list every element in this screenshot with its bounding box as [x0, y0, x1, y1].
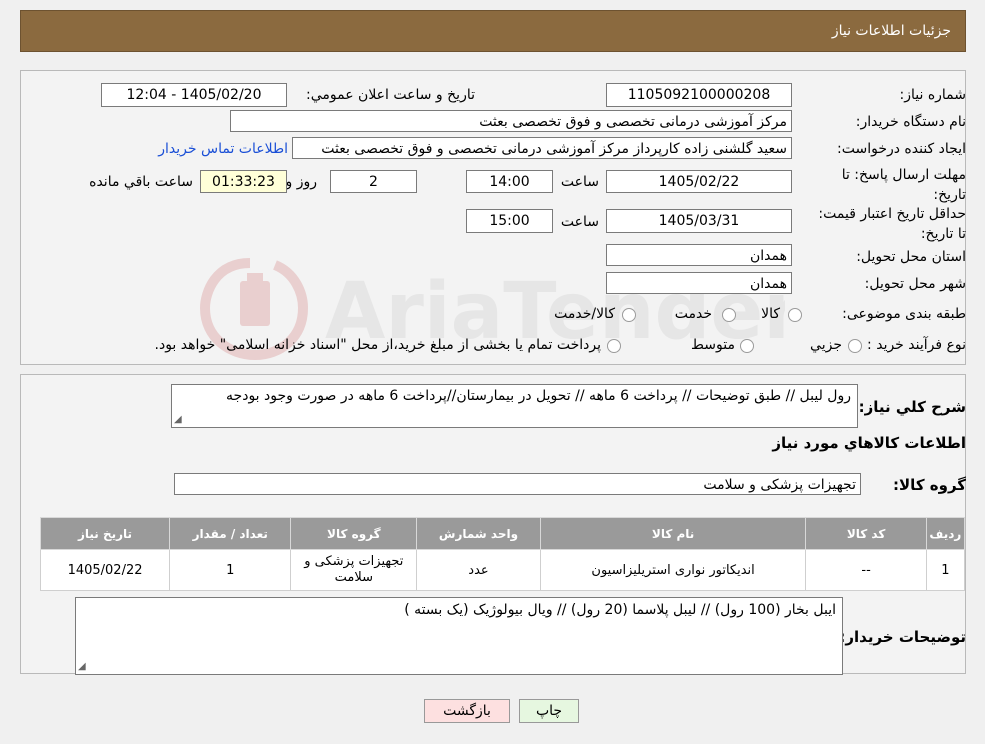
province-label: استان محل تحویل: [856, 249, 966, 265]
validity-date-field[interactable]: 1405/03/31 [606, 209, 792, 233]
col-row-number: رديف [925, 517, 966, 550]
cell-item-name: اندیکاتور نواری استریلیزاسیون [539, 549, 807, 591]
deadline-date-field[interactable]: 1405/02/22 [606, 170, 792, 193]
announce-field[interactable]: 1405/02/20 - 12:04 [101, 83, 287, 107]
city-field[interactable]: همدان [606, 272, 792, 294]
description-label: شرح کلي نیاز: [858, 398, 966, 416]
province-field[interactable]: همدان [606, 244, 792, 266]
goods-info-title: اطلاعات کالاهاي مورد نياز [772, 434, 966, 452]
buyer-notes-label: توضیحات خریدار: [839, 628, 966, 646]
cell-row-number: 1 [925, 549, 966, 591]
category-option-service: خدمت [674, 306, 712, 322]
validity-label: حداقل تاریخ اعتبار قیمت: تا تاریخ: [818, 206, 966, 242]
creator-field[interactable]: سعید گلشنی زاده کارپرداز مرکز آموزشی درم… [292, 137, 792, 159]
buyer-org-field[interactable]: مرکز آموزشی درمانی تخصصی و فوق تخصصی بعث… [230, 110, 792, 132]
cell-item-group: تجهیزات پزشکی و سلامت [290, 549, 418, 591]
process-treasury-note: پرداخت تمام یا بخشی از مبلغ خرید،از محل … [154, 337, 601, 353]
category-option-goods-service: کالا/خدمت [554, 306, 615, 322]
deadline-time-field[interactable]: 14:00 [466, 170, 553, 193]
back-button[interactable]: بازگشت [424, 699, 510, 723]
days-label: روز و [285, 174, 318, 190]
col-item-code: کد کالا [805, 517, 927, 550]
deadline-time-label: ساعت [560, 174, 599, 190]
col-quantity: تعداد / مقدار [169, 517, 292, 550]
remaining-days-field[interactable]: 2 [330, 170, 417, 193]
process-radio-minor[interactable] [848, 339, 862, 353]
resize-grip-icon[interactable]: ◢ [174, 414, 182, 425]
buyer-contact-link[interactable]: اطلاعات تماس خریدار [158, 141, 288, 157]
validity-time-field[interactable]: 15:00 [466, 209, 553, 233]
goods-group-field[interactable]: تجهیزات پزشکی و سلامت [174, 473, 861, 495]
col-unit: واحد شمارش [416, 517, 541, 550]
category-label: طبقه بندی موضوعی: [842, 306, 966, 322]
deadline-label: مهلت ارسال پاسخ: تا تاریخ: [841, 167, 966, 203]
description-textarea[interactable]: رول لیبل // طبق توضیحات // پرداخت 6 ماهه… [171, 384, 858, 428]
resize-grip-icon[interactable]: ◢ [78, 661, 86, 672]
buyer-notes-textarea[interactable]: ایبل بخار (100 رول) // لیبل پلاسما (20 ر… [75, 597, 843, 675]
col-item-name: نام کالا [539, 517, 807, 550]
buyer-notes-text: ایبل بخار (100 رول) // لیبل پلاسما (20 ر… [404, 602, 836, 618]
category-radio-goods-service[interactable] [622, 308, 636, 322]
table-row: 1 -- اندیکاتور نواری استریلیزاسیون عدد ت… [39, 549, 966, 591]
category-radio-goods[interactable] [788, 308, 802, 322]
process-option-medium: متوسط [691, 337, 735, 353]
buyer-org-label: نام دستگاه خریدار: [855, 114, 966, 130]
cell-unit: عدد [416, 549, 541, 591]
cell-quantity: 1 [169, 549, 292, 591]
category-option-goods: کالا [761, 306, 780, 322]
process-option-minor: جزیي [810, 337, 842, 353]
cell-item-code: -- [805, 549, 927, 591]
description-text: رول لیبل // طبق توضیحات // پرداخت 6 ماهه… [226, 388, 851, 404]
cell-need-date: 1405/02/22 [39, 549, 171, 591]
col-need-date: تاريخ نياز [39, 517, 171, 550]
page-header: جزئیات اطلاعات نیاز [20, 10, 966, 52]
print-button[interactable]: چاپ [519, 699, 579, 723]
creator-label: ایجاد کننده درخواست: [837, 141, 966, 157]
need-number-field[interactable]: 1105092100000208 [606, 83, 792, 107]
col-item-group: گروه کالا [290, 517, 418, 550]
process-radio-medium[interactable] [740, 339, 754, 353]
validity-time-label: ساعت [560, 214, 599, 230]
process-label: نوع فرآیند خرید : [867, 337, 966, 353]
process-radio-treasury[interactable] [607, 339, 621, 353]
announce-label: تاریخ و ساعت اعلان عمومي: [306, 87, 475, 103]
city-label: شهر محل تحویل: [864, 276, 966, 292]
remaining-time-field: 01:33:23 [200, 170, 287, 193]
goods-table: رديف کد کالا نام کالا واحد شمارش گروه کا… [39, 517, 966, 591]
table-header-row: رديف کد کالا نام کالا واحد شمارش گروه کا… [39, 517, 966, 550]
remaining-label: ساعت باقي مانده [89, 174, 193, 190]
page-title: جزئیات اطلاعات نیاز [831, 23, 951, 39]
category-radio-service[interactable] [722, 308, 736, 322]
need-number-label: شماره نیاز: [899, 87, 967, 103]
goods-group-label: گروه کالا: [893, 476, 966, 494]
